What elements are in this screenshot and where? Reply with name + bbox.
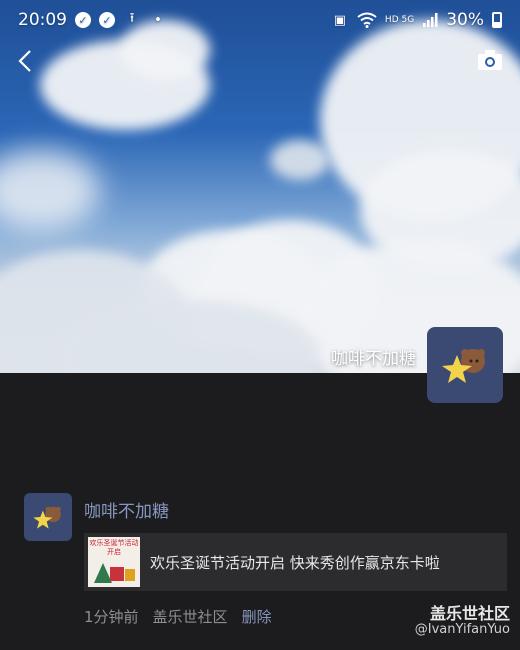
profile-name[interactable]: 咖啡不加糖 xyxy=(331,344,416,369)
watermark-title: 盖乐世社区 xyxy=(429,604,510,623)
post-source: 盖乐世社区 xyxy=(152,608,228,626)
dot-icon: • xyxy=(154,12,162,28)
message-icon: ▣ xyxy=(333,12,347,28)
post-author-avatar[interactable] xyxy=(24,493,72,541)
post-time: 1分钟前 xyxy=(84,608,139,626)
post-link-card[interactable]: 欢乐圣诞节活动开启 欢乐圣诞节活动开启 快来秀创作赢京东卡啦 xyxy=(84,533,507,591)
camera-button[interactable] xyxy=(476,48,504,74)
back-button[interactable] xyxy=(12,46,38,76)
back-icon xyxy=(18,50,31,72)
notification-icon: ✓ xyxy=(75,12,91,28)
gift-icon xyxy=(110,567,124,581)
signal-icon xyxy=(423,13,438,27)
watermark-handle: @IvanYifanYuo xyxy=(414,622,510,637)
thumbnail-caption: 欢乐圣诞节活动开启 xyxy=(89,539,139,556)
cover-photo[interactable] xyxy=(0,0,520,373)
profile-avatar[interactable] xyxy=(427,327,503,403)
upload-icon: ⭱ xyxy=(129,11,135,26)
bear-star-avatar-icon xyxy=(33,506,61,529)
notification-icon: ✓ xyxy=(99,12,115,28)
gift-icon xyxy=(125,569,135,581)
wifi-icon xyxy=(357,12,377,28)
status-time: 20:09 xyxy=(18,10,67,30)
bear-star-avatar-icon xyxy=(442,349,485,383)
post-meta: 1分钟前 盖乐世社区 删除 xyxy=(84,606,272,627)
status-bar: 20:09 ✓ ✓ ⭱ • ▣ HD 5G 30% xyxy=(0,0,520,40)
camera-icon xyxy=(478,50,502,70)
post-link-text: 欢乐圣诞节活动开启 快来秀创作赢京东卡啦 xyxy=(150,553,440,572)
post-link-thumbnail: 欢乐圣诞节活动开启 xyxy=(88,537,140,587)
network-hd: HD xyxy=(384,14,399,25)
battery-percent: 30% xyxy=(446,10,484,30)
network-type: HD 5G xyxy=(384,14,415,25)
post-author-name[interactable]: 咖啡不加糖 xyxy=(84,497,169,522)
network-gen: 5G xyxy=(401,14,415,25)
delete-button[interactable]: 删除 xyxy=(242,606,272,627)
battery-icon xyxy=(492,12,502,28)
